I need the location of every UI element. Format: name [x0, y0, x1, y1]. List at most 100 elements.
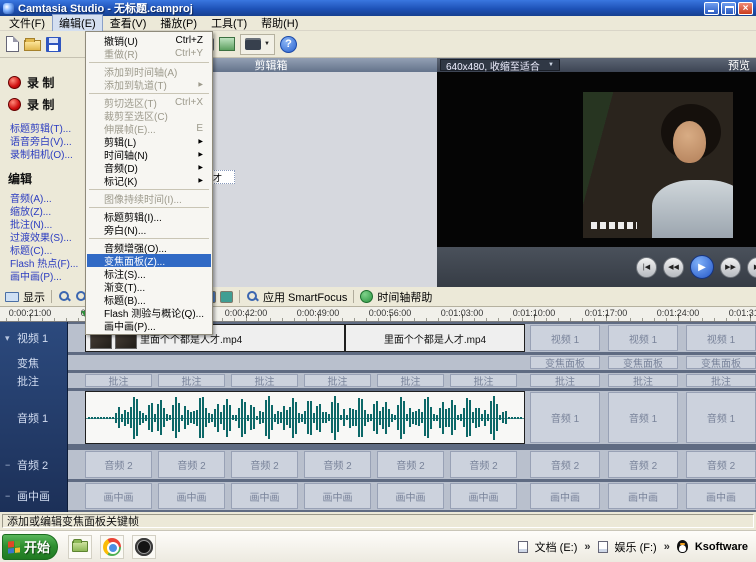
preview-size-dropdown[interactable]: 640x480, 收缩至适合 ▼	[440, 59, 560, 71]
menu-item-transitions[interactable]: 渐变(T)...	[87, 280, 211, 293]
video1-segment[interactable]: 视频 1	[608, 325, 678, 351]
callout-segment[interactable]: 批注	[530, 374, 600, 387]
callout-segment[interactable]: 批注	[608, 374, 678, 387]
audio1-segment[interactable]: 音频 1	[686, 392, 756, 443]
pip-segment[interactable]: 画中画	[85, 483, 152, 509]
record-ppt-button[interactable]: 录 制	[8, 96, 54, 113]
audio2-segment[interactable]: 音频 2	[377, 451, 444, 478]
menu-play[interactable]: 播放(P)	[153, 14, 204, 32]
audio1-segment[interactable]: 音频 1	[530, 392, 600, 443]
menu-item-callouts[interactable]: 标注(S)...	[87, 267, 211, 280]
timeline-help-button[interactable]: 时间轴帮助	[377, 289, 432, 305]
close-button[interactable]: ×	[738, 2, 753, 15]
chrome-shortcut[interactable]	[100, 535, 124, 559]
audio1-segment[interactable]: 音频 1	[608, 392, 678, 443]
new-project-icon[interactable]	[6, 36, 19, 52]
audio2-segment[interactable]: 音频 2	[158, 451, 225, 478]
tray-drive-documents[interactable]: 文档 (E:)	[535, 539, 578, 555]
audio2-segment[interactable]: 音频 2	[686, 451, 756, 478]
menu-file[interactable]: 文件(F)	[2, 14, 52, 32]
maximize-button[interactable]	[721, 2, 736, 15]
pip-segment[interactable]: 画中画	[231, 483, 298, 509]
previous-frame-button[interactable]: |◀	[636, 257, 657, 278]
pip-segment[interactable]: 画中画	[304, 483, 371, 509]
collapse-dash-icon[interactable]: −	[5, 491, 13, 501]
menu-item-cut-selection[interactable]: 剪切选区(T)Ctrl+X	[87, 96, 211, 109]
caption-tool-icon[interactable]	[220, 291, 233, 303]
pip-segment[interactable]: 画中画	[686, 483, 756, 509]
callout-segment[interactable]: 批注	[377, 374, 444, 387]
help-icon[interactable]: ?	[280, 36, 297, 53]
next-frame-button[interactable]: ▶|	[747, 257, 756, 278]
video1-segment[interactable]: 视频 1	[686, 325, 756, 351]
pip-segment[interactable]: 画中画	[158, 483, 225, 509]
start-button[interactable]: 开始	[2, 534, 58, 560]
menu-item-add-to-track[interactable]: 添加到轨道(T)▶	[87, 78, 211, 91]
menu-item-zoom-n-pan[interactable]: 变焦面板(Z)...	[87, 254, 211, 267]
fast-forward-button[interactable]: ▶▶	[720, 257, 741, 278]
menu-item-image-duration[interactable]: 图像持续时间(I)...	[87, 192, 211, 205]
menu-item-extend-frame[interactable]: 伸展帧(E)...E	[87, 122, 211, 135]
audio-waveform[interactable]	[85, 391, 525, 444]
pip-segment[interactable]: 画中画	[377, 483, 444, 509]
show-view-button[interactable]: 显示	[23, 289, 45, 305]
tray-drive-entertainment[interactable]: 娱乐 (F:)	[615, 539, 657, 555]
menu-help[interactable]: 帮助(H)	[254, 14, 305, 32]
sidebar-link-record-camera[interactable]: 录制相机(O)...	[10, 146, 73, 161]
menu-item-markers[interactable]: 标记(K)▶	[87, 174, 211, 187]
menu-tools[interactable]: 工具(T)	[204, 14, 254, 32]
menu-item-pip[interactable]: 画中画(P)...	[87, 319, 211, 332]
callout-segment[interactable]: 批注	[304, 374, 371, 387]
menu-item-redo[interactable]: 重做(R)Ctrl+Y	[87, 47, 211, 60]
collapse-dash-icon[interactable]: −	[5, 460, 13, 470]
chevron-icon[interactable]: »	[664, 541, 670, 553]
menu-item-audio[interactable]: 音频(D)▶	[87, 161, 211, 174]
pip-segment[interactable]: 画中画	[450, 483, 517, 509]
audio2-segment[interactable]: 音频 2	[530, 451, 600, 478]
media-player-shortcut[interactable]	[132, 535, 156, 559]
menu-item-add-to-timeline[interactable]: 添加到时间轴(A)	[87, 65, 211, 78]
expand-arrow-icon[interactable]: ▾	[5, 333, 13, 344]
chevron-icon[interactable]: »	[584, 541, 590, 553]
folder-shortcut[interactable]	[68, 535, 92, 559]
produce-dropdown[interactable]: ▼	[240, 34, 275, 55]
menu-item-undo[interactable]: 撤销(U)Ctrl+Z	[87, 34, 211, 47]
zoom-segment[interactable]: 变焦面板	[686, 356, 756, 369]
pip-segment[interactable]: 画中画	[530, 483, 600, 509]
zoom-segment[interactable]: 变焦面板	[530, 356, 600, 369]
menu-item-timeline[interactable]: 时间轴(N)▶	[87, 148, 211, 161]
record-screen-button[interactable]: 录 制	[8, 74, 54, 91]
video1-segment[interactable]: 视频 1	[530, 325, 600, 351]
menu-item-title-clips[interactable]: 标题剪辑(I)...	[87, 210, 211, 223]
clip-bin-icon[interactable]	[219, 37, 235, 51]
menu-item-captions[interactable]: 标题(B)...	[87, 293, 211, 306]
video-clip-2[interactable]: 里面个个都是人才.mp4	[345, 324, 525, 352]
callout-segment[interactable]: 批注	[231, 374, 298, 387]
open-project-icon[interactable]	[24, 40, 41, 51]
menu-item-clip[interactable]: 剪辑(L)▶	[87, 135, 211, 148]
zoom-in-icon[interactable]	[58, 290, 71, 303]
callout-segment[interactable]: 批注	[450, 374, 517, 387]
audio2-segment[interactable]: 音频 2	[231, 451, 298, 478]
audio2-segment[interactable]: 音频 2	[608, 451, 678, 478]
tray-brand-label[interactable]: Ksoftware	[695, 541, 748, 553]
rewind-button[interactable]: ◀◀	[663, 257, 684, 278]
minimize-button[interactable]	[704, 2, 719, 15]
sidebar-link-pip[interactable]: 画中画(P)...	[10, 268, 62, 283]
callout-segment[interactable]: 批注	[686, 374, 756, 387]
menu-item-audio-enhancements[interactable]: 音频增强(O)...	[87, 241, 211, 254]
menu-item-flash-quiz[interactable]: Flash 测验与概论(Q)...	[87, 306, 211, 319]
menu-view[interactable]: 查看(V)	[103, 14, 154, 32]
play-button[interactable]: ▶	[690, 255, 714, 279]
audio2-segment[interactable]: 音频 2	[304, 451, 371, 478]
audio2-segment[interactable]: 音频 2	[85, 451, 152, 478]
save-project-icon[interactable]	[46, 37, 61, 52]
callout-segment[interactable]: 批注	[158, 374, 225, 387]
menu-item-voice-narration[interactable]: 旁白(N)...	[87, 223, 211, 236]
audio2-segment[interactable]: 音频 2	[450, 451, 517, 478]
menu-edit[interactable]: 编辑(E)	[52, 14, 103, 32]
menu-item-crop-to-selection[interactable]: 裁剪至选区(C)	[87, 109, 211, 122]
callout-segment[interactable]: 批注	[85, 374, 152, 387]
apply-smartfocus-button[interactable]: 应用 SmartFocus	[263, 289, 347, 305]
zoom-segment[interactable]: 变焦面板	[608, 356, 678, 369]
